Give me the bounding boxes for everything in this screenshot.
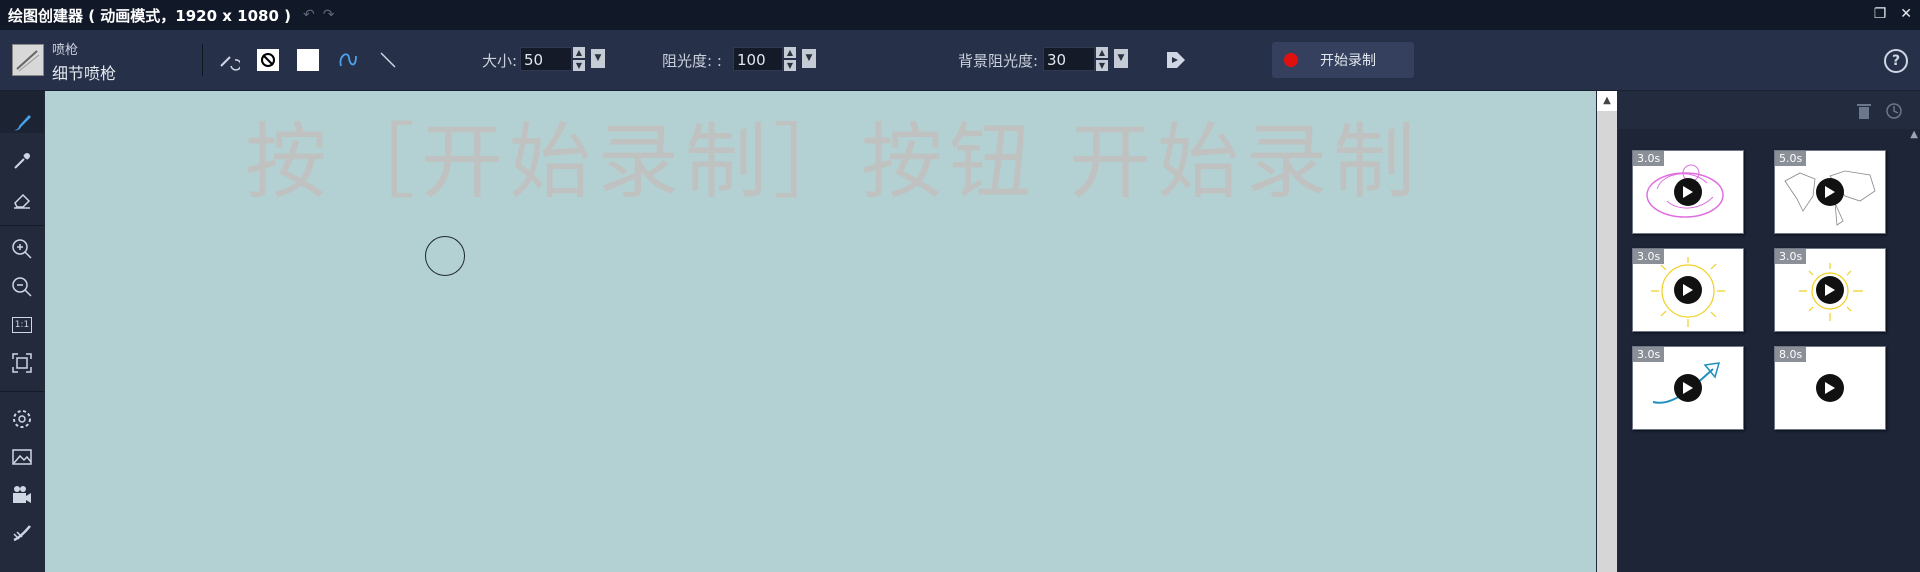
brush-type-label: 喷枪 — [52, 43, 79, 58]
play-icon[interactable] — [1816, 178, 1844, 206]
history-icon[interactable] — [1884, 101, 1904, 121]
play-icon[interactable] — [1674, 374, 1702, 402]
actual-size-icon[interactable]: 1:1 — [10, 313, 34, 337]
curve-stroke-icon[interactable] — [336, 48, 360, 72]
template-thumbnail[interactable]: 5.0s — [1774, 150, 1886, 234]
trash-icon[interactable] — [1854, 101, 1874, 121]
spin-up-icon[interactable]: ▲ — [1096, 47, 1108, 58]
close-icon[interactable]: ✕ — [1900, 6, 1912, 22]
line-stroke-icon[interactable] — [376, 48, 400, 72]
brush-icon[interactable] — [10, 110, 34, 134]
actual-size-text: 1:1 — [11, 317, 33, 333]
scroll-up-icon[interactable]: ▲ — [1597, 91, 1617, 111]
toolbar-divider — [202, 44, 203, 76]
window-controls: ❐ ✕ — [1874, 6, 1912, 22]
spin-down-icon[interactable]: ▼ — [573, 60, 585, 71]
template-thumbnail[interactable]: 3.0s — [1632, 150, 1744, 234]
spin-up-icon[interactable]: ▲ — [784, 47, 796, 58]
no-color-icon[interactable] — [256, 48, 280, 72]
redo-icon[interactable]: ↷ — [323, 7, 335, 23]
size-spinner[interactable]: ▲ ▼ — [573, 47, 585, 71]
duration-badge: 3.0s — [1633, 151, 1665, 166]
duration-badge: 5.0s — [1775, 151, 1807, 166]
eraser-icon[interactable] — [10, 187, 34, 211]
play-icon[interactable] — [1674, 178, 1702, 206]
brush-swap-icon[interactable] — [216, 48, 240, 72]
play-icon[interactable] — [1816, 276, 1844, 304]
template-panel-header — [1618, 91, 1920, 129]
brush-name-label: 细节喷枪 — [52, 64, 117, 83]
panel-scroll-up-icon[interactable]: ▲ — [1910, 129, 1918, 140]
toolbar: 喷枪 细节喷枪 大小: 50 ▲ ▼ ▼ 阻光度: : 100 ▲ ▼ ▼ 背景阻光… — [0, 30, 1920, 91]
duration-badge: 3.0s — [1775, 249, 1807, 264]
clear-brush-icon[interactable] — [10, 521, 34, 545]
title-bar: 绘图创建器 ( 动画模式，1920 x 1080 ) ↶ ↷ ❐ ✕ — [0, 0, 1920, 30]
restore-icon[interactable]: ❐ — [1874, 6, 1887, 22]
spin-up-icon[interactable]: ▲ — [573, 47, 585, 58]
record-dot-icon — [1284, 53, 1298, 67]
canvas-watermark: 按［开始录制］按钮 开始录制 — [245, 115, 1422, 210]
bg-opacity-label: 背景阻光度: — [958, 52, 1039, 70]
undo-icon[interactable]: ↶ — [303, 7, 315, 23]
play-icon[interactable] — [1816, 374, 1844, 402]
size-dropdown[interactable]: ▼ — [591, 49, 605, 68]
tool-divider — [0, 391, 44, 392]
gear-icon[interactable] — [10, 407, 34, 431]
start-recording-button[interactable]: 开始录制 — [1272, 42, 1414, 78]
help-icon[interactable]: ? — [1884, 49, 1908, 73]
zoom-out-icon[interactable] — [10, 275, 34, 299]
brush-cursor — [425, 236, 465, 276]
template-thumbnail[interactable]: 3.0s — [1632, 248, 1744, 332]
left-toolbar: 1:1 — [0, 91, 44, 572]
template-thumbnail[interactable]: 3.0s — [1774, 248, 1886, 332]
opacity-input[interactable]: 100 — [733, 47, 783, 71]
template-thumbnail[interactable]: 3.0s — [1632, 346, 1744, 430]
image-icon[interactable] — [10, 445, 34, 469]
template-panel: ▲ 3.0s 5.0s 3.0s 3.0s 3.0s 8.0s — [1618, 91, 1920, 572]
size-input[interactable]: 50 — [520, 47, 572, 71]
color-swatch-icon[interactable] — [296, 48, 320, 72]
size-label: 大小: — [482, 52, 518, 70]
drawing-canvas[interactable]: 按［开始录制］按钮 开始录制 — [45, 91, 1596, 572]
spin-down-icon[interactable]: ▼ — [784, 60, 796, 71]
bg-opacity-spinner[interactable]: ▲ ▼ — [1096, 47, 1108, 71]
bg-fill-icon[interactable] — [1164, 48, 1188, 72]
fit-screen-icon[interactable] — [10, 351, 34, 375]
opacity-dropdown[interactable]: ▼ — [802, 49, 816, 68]
opacity-label: 阻光度: : — [662, 52, 722, 70]
template-thumbnail[interactable]: 8.0s — [1774, 346, 1886, 430]
window-title: 绘图创建器 ( 动画模式，1920 x 1080 ) — [8, 6, 291, 25]
video-camera-icon[interactable] — [10, 483, 34, 507]
canvas-scrollbar[interactable]: ▲ — [1597, 91, 1617, 572]
spin-down-icon[interactable]: ▼ — [1096, 60, 1108, 71]
zoom-in-icon[interactable] — [10, 237, 34, 261]
record-label: 开始录制 — [1320, 53, 1376, 69]
bg-opacity-dropdown[interactable]: ▼ — [1114, 49, 1128, 68]
eyedropper-icon[interactable] — [10, 149, 34, 173]
duration-badge: 3.0s — [1633, 347, 1665, 362]
play-icon[interactable] — [1674, 276, 1702, 304]
duration-badge: 8.0s — [1775, 347, 1807, 362]
bg-opacity-input[interactable]: 30 — [1043, 47, 1095, 71]
tool-divider — [0, 225, 44, 226]
opacity-spinner[interactable]: ▲ ▼ — [784, 47, 796, 71]
brush-preview[interactable] — [12, 44, 44, 76]
duration-badge: 3.0s — [1633, 249, 1665, 264]
